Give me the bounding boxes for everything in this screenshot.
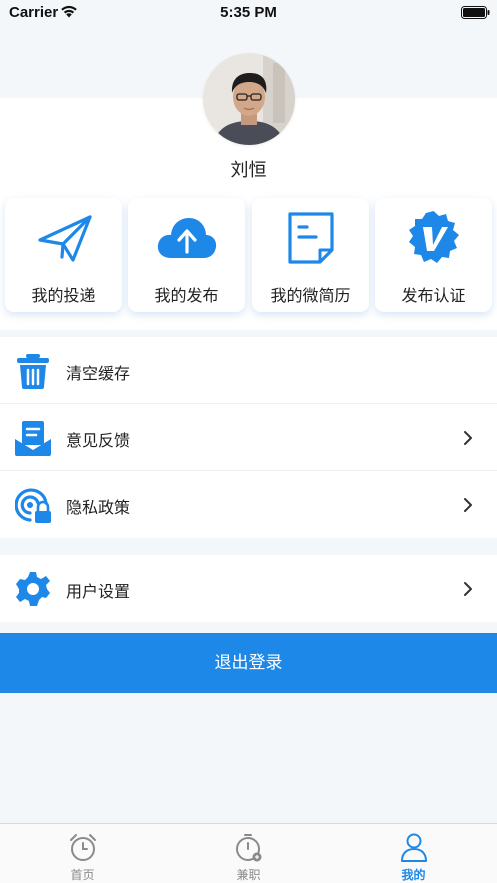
my-resume-card[interactable]: 我的微简历: [252, 198, 369, 312]
paper-plane-icon: [38, 215, 92, 262]
tab-home[interactable]: 首页: [0, 824, 165, 883]
avatar-photo: [203, 53, 295, 145]
card-label: 我的微简历: [270, 286, 351, 305]
user-settings-item[interactable]: 用户设置: [0, 555, 497, 622]
status-time: 5:35 PM: [220, 4, 277, 21]
publish-verification-card[interactable]: 发布认证: [375, 198, 492, 312]
feedback-item[interactable]: 意见反馈: [0, 404, 497, 471]
tab-label: 首页: [70, 868, 95, 882]
card-label: 我的发布: [154, 286, 219, 305]
logout-button[interactable]: 退出登录: [0, 633, 497, 693]
card-label: 我的投递: [31, 286, 96, 305]
verified-badge-icon: [409, 211, 459, 263]
trash-icon: [17, 354, 49, 389]
gear-icon: [16, 572, 50, 606]
menu-label: 清空缓存: [66, 364, 131, 383]
person-icon: [401, 833, 427, 862]
avatar[interactable]: [203, 53, 295, 145]
tab-part-time[interactable]: 兼职: [166, 824, 331, 883]
action-cards: 我的投递 我的发布 我的微简历 发布认证: [0, 198, 497, 313]
battery-icon: [461, 6, 490, 19]
feedback-mail-icon: [15, 421, 51, 456]
status-bar: Carrier 5:35 PM: [0, 0, 497, 26]
tab-bar: 首页 兼职 我的: [0, 823, 497, 883]
username: 刘恒: [230, 160, 267, 181]
chevron-right-icon: [464, 431, 472, 445]
menu-label: 用户设置: [66, 582, 131, 601]
menu-group-settings: 用户设置: [0, 555, 497, 622]
menu-group-general: 清空缓存 意见反馈 隐私政策: [0, 337, 497, 538]
clear-cache-item[interactable]: 清空缓存: [0, 337, 497, 404]
card-label: 发布认证: [401, 286, 466, 305]
my-applications-card[interactable]: 我的投递: [5, 198, 122, 312]
cloud-upload-icon: [157, 218, 217, 258]
chevron-right-icon: [464, 582, 472, 596]
tab-mine[interactable]: 我的: [331, 824, 496, 883]
privacy-lock-icon: [15, 488, 51, 523]
privacy-policy-item[interactable]: 隐私政策: [0, 471, 497, 538]
tab-label: 兼职: [236, 868, 261, 882]
my-posts-card[interactable]: 我的发布: [128, 198, 245, 312]
stopwatch-icon: [236, 834, 262, 862]
chevron-right-icon: [464, 498, 472, 512]
resume-document-icon: [288, 212, 334, 264]
alarm-clock-icon: [70, 834, 96, 861]
menu-label: 意见反馈: [66, 431, 131, 450]
menu-label: 隐私政策: [66, 498, 131, 517]
tab-label: 我的: [401, 868, 426, 882]
